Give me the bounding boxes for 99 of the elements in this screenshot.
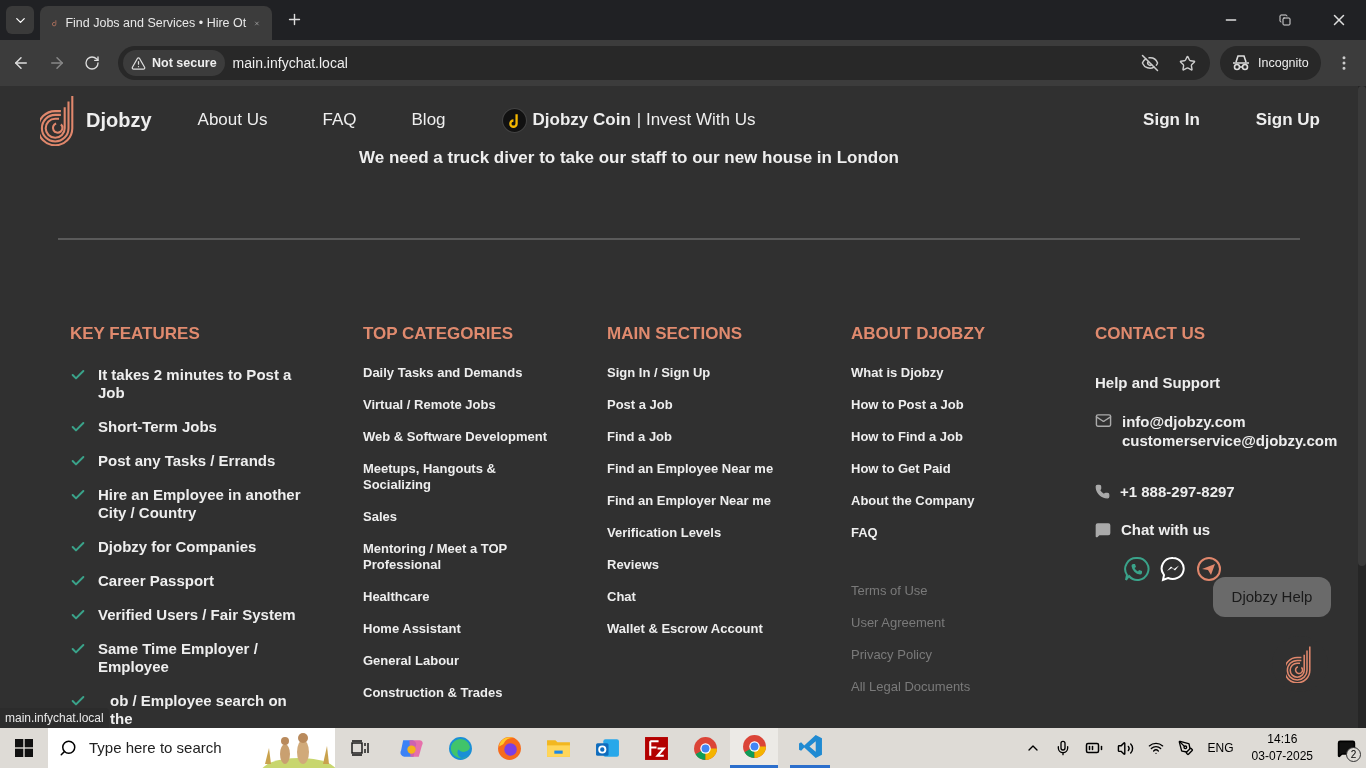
feature-text: Djobzy for Companies: [98, 538, 257, 556]
column-heading: KEY FEATURES: [70, 324, 201, 344]
email-link[interactable]: customerservice@djobzy.com: [1122, 430, 1338, 450]
category-link[interactable]: Mentoring / Meet a TOP Professional: [363, 541, 563, 573]
task-view-icon[interactable]: [351, 740, 369, 756]
feature-text: Verified Users / Fair System: [98, 606, 296, 624]
category-link[interactable]: Sales: [363, 509, 563, 525]
job-headline: We need a truck diver to take our staff to our new house in London: [358, 148, 900, 168]
phone-icon: [1095, 484, 1110, 500]
security-label: Not secure: [152, 54, 217, 72]
browser-tab[interactable]: Find Jobs and Services • Hire Ot: [40, 6, 272, 40]
section-link[interactable]: Reviews: [607, 557, 851, 573]
about-link[interactable]: How to Find a Job: [851, 429, 1095, 445]
coin-tagline[interactable]: | Invest With Us: [636, 107, 756, 133]
bookmark-star-icon[interactable]: [1179, 54, 1196, 72]
feature-text: It takes 2 minutes to Post a Job: [98, 366, 293, 402]
section-link[interactable]: Wallet & Escrow Account: [607, 621, 851, 637]
speaker-icon[interactable]: [1116, 739, 1134, 757]
feature-text: Career Passport: [98, 572, 214, 590]
section-link[interactable]: Verification Levels: [607, 525, 851, 541]
feature-text: Hire an Employee in another City / Country: [98, 486, 302, 522]
section-link[interactable]: Post a Job: [607, 397, 851, 413]
support-heading: Help and Support: [1095, 373, 1221, 393]
auth-link[interactable]: Sign In: [1143, 107, 1200, 133]
category-link[interactable]: Home Assistant: [363, 621, 563, 637]
about-link[interactable]: What is Djobzy: [851, 365, 1095, 381]
pen-icon[interactable]: [1177, 740, 1194, 756]
feature-text: Post any Tasks / Errands: [98, 452, 276, 470]
email-link[interactable]: info@djobzy.com: [1122, 411, 1338, 431]
messenger-icon[interactable]: [1160, 555, 1186, 582]
phone-bubble-icon[interactable]: [1124, 555, 1150, 582]
section-link[interactable]: Find an Employer Near me: [607, 493, 851, 509]
phone-link[interactable]: +1 888-297-8297: [1120, 480, 1235, 503]
feature-text: Same Time Employer / Employee: [98, 640, 259, 676]
back-icon[interactable]: [12, 54, 30, 72]
chat-icon: [1095, 522, 1111, 539]
search-icon: [59, 739, 77, 757]
column-heading: CONTACT US: [1095, 324, 1207, 344]
nav-link[interactable]: Blog: [411, 107, 446, 133]
warning-icon: [131, 55, 146, 71]
address-bar[interactable]: Not secure main.infychat.local: [118, 46, 1210, 80]
nav-link[interactable]: FAQ: [322, 107, 357, 133]
section-link[interactable]: Chat: [607, 589, 851, 605]
column-heading: ABOUT DJOBZY: [851, 324, 987, 344]
incognito-icon: [1232, 55, 1250, 71]
search-placeholder: Type here to search: [89, 737, 223, 758]
about-link[interactable]: How to Get Paid: [851, 461, 1095, 477]
column-heading: MAIN SECTIONS: [607, 324, 744, 344]
url-text: main.infychat.local: [232, 53, 349, 73]
forward-icon[interactable]: [48, 54, 66, 72]
status-url: main.infychat.local: [0, 708, 109, 728]
clock[interactable]: 14:16 03-07-2025: [1251, 731, 1313, 765]
tab-search-button[interactable]: [6, 6, 34, 34]
clock-date: 03-07-2025: [1251, 748, 1313, 765]
category-link[interactable]: Construction & Trades: [363, 685, 563, 701]
profile-chip[interactable]: Incognito: [1220, 46, 1321, 80]
help-tooltip: Djobzy Help: [1213, 577, 1331, 617]
section-link[interactable]: Sign In / Sign Up: [607, 365, 851, 381]
wifi-icon[interactable]: [1147, 740, 1164, 756]
eye-off-icon[interactable]: [1141, 54, 1159, 72]
new-tab-icon[interactable]: [286, 11, 303, 28]
chat-link[interactable]: Chat with us: [1121, 519, 1211, 542]
mail-icon: [1095, 411, 1112, 429]
brand-name[interactable]: Djobzy: [86, 105, 152, 135]
reload-icon[interactable]: [84, 55, 100, 71]
active-taskbar-button[interactable]: [730, 728, 778, 768]
browser-icon[interactable]: [448, 735, 473, 761]
browser-icon: [741, 734, 767, 759]
tab-title: Find Jobs and Services • Hire Ot: [65, 14, 247, 32]
taskbar-app-icon[interactable]: [644, 735, 669, 761]
auth-link[interactable]: Sign Up: [1255, 107, 1320, 133]
section-link[interactable]: Find a Job: [607, 429, 851, 445]
feature-text: Short-Term Jobs: [98, 418, 217, 436]
browser-icon[interactable]: [497, 735, 522, 761]
category-link[interactable]: Healthcare: [363, 589, 563, 605]
security-chip[interactable]: Not secure: [123, 50, 225, 76]
restore-icon[interactable]: [1279, 14, 1291, 26]
scrollbar[interactable]: [1358, 86, 1366, 728]
about-link[interactable]: How to Post a Job: [851, 397, 1095, 413]
column-heading: TOP CATEGORIES: [363, 324, 515, 344]
category-link[interactable]: Daily Tasks and Demands: [363, 365, 563, 381]
about-link[interactable]: FAQ: [851, 525, 1095, 541]
browser-icon[interactable]: [693, 735, 718, 761]
nav-link[interactable]: About Us: [197, 107, 268, 133]
section-link[interactable]: Find an Employee Near me: [607, 461, 851, 477]
send-icon[interactable]: [1196, 555, 1222, 582]
category-link[interactable]: Meetups, Hangouts & Socializing: [363, 461, 563, 493]
about-link[interactable]: About the Company: [851, 493, 1095, 509]
coin-name[interactable]: Djobzy Coin: [532, 107, 631, 133]
category-link[interactable]: Web & Software Development: [363, 429, 563, 445]
logo-icon: [1286, 645, 1314, 683]
taskbar-search-field[interactable]: Type here to search: [48, 728, 335, 768]
coin-icon: [501, 107, 527, 133]
windows-start-icon[interactable]: [15, 739, 33, 757]
code-editor-icon: [797, 734, 823, 759]
clock-time: 14:16: [1267, 731, 1298, 748]
category-link[interactable]: Virtual / Remote Jobs: [363, 397, 563, 413]
category-link[interactable]: General Labour: [363, 653, 563, 669]
language-indicator[interactable]: ENG: [1207, 739, 1234, 757]
